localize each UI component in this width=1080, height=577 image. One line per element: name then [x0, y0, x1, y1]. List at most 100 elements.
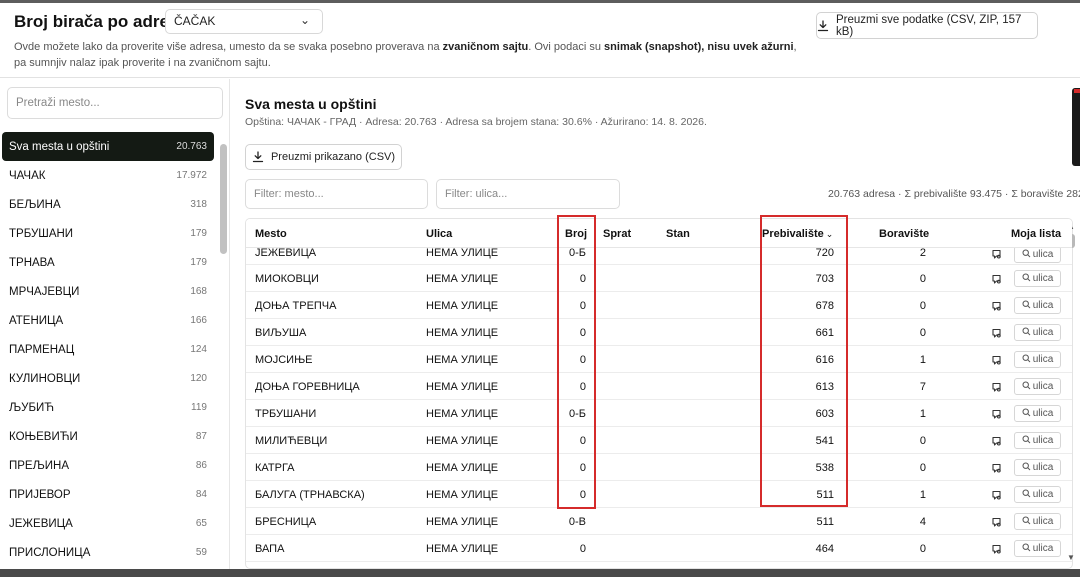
- map-pin-icon[interactable]: [987, 541, 1005, 557]
- cell-boraviste: 1: [919, 408, 926, 420]
- cell-ulica: НЕМА УЛИЦЕ: [426, 543, 499, 555]
- sidebar-item-city[interactable]: ПРЕЉИНА 86: [0, 451, 216, 480]
- export-all-label: Preuzmi sve podatke (CSV, ZIP, 157 kB): [836, 13, 1022, 38]
- column-header-moja-lista[interactable]: Moja lista: [1011, 228, 1061, 240]
- cell-prebivaliste: 464: [815, 543, 834, 555]
- sidebar-item-count: 17.972: [176, 170, 207, 181]
- sidebar-item-city[interactable]: ПАРМЕНАЦ 124: [0, 335, 216, 364]
- column-header-ulica[interactable]: Ulica: [426, 228, 452, 240]
- ulica-button-label: ulica: [1032, 381, 1054, 392]
- cell-prebivaliste: 678: [815, 300, 834, 312]
- table-row: ВАПА НЕМА УЛИЦЕ 0 464 0 ulica: [246, 535, 1072, 562]
- sidebar-search-input[interactable]: Pretraži mesto...: [7, 87, 223, 119]
- cell-prebivaliste: 603: [815, 408, 834, 420]
- sidebar: Pretraži mesto... Sva mesta u opštini 20…: [0, 79, 230, 569]
- sidebar-item-city[interactable]: ПРИЈЕВОР 84: [0, 480, 216, 509]
- filter-place-placeholder: Filter: mesto...: [254, 188, 324, 200]
- sidebar-item-city[interactable]: ЧАЧАК 17.972: [0, 161, 216, 190]
- sidebar-item-city[interactable]: КУЛИНОВЦИ 120: [0, 364, 216, 393]
- add-ulica-button[interactable]: ulica: [1014, 459, 1061, 476]
- map-pin-icon[interactable]: [987, 406, 1005, 422]
- column-header-mesto[interactable]: Mesto: [255, 228, 287, 240]
- add-ulica-button[interactable]: ulica: [1014, 513, 1061, 530]
- filter-street-input[interactable]: Filter: ulica...: [436, 179, 620, 209]
- cell-ulica: НЕМА УЛИЦЕ: [426, 489, 499, 501]
- sidebar-item-label: АТЕНИЦА: [9, 314, 64, 327]
- map-pin-icon[interactable]: [987, 460, 1005, 476]
- add-ulica-button[interactable]: ulica: [1014, 270, 1061, 287]
- map-pin-icon[interactable]: [987, 325, 1005, 341]
- table-row: ДОЊА ГОРЕВНИЦА НЕМА УЛИЦЕ 0 613 7 ulica: [246, 373, 1072, 400]
- sidebar-item-count: 59: [195, 547, 207, 558]
- map-pin-icon[interactable]: [987, 352, 1005, 368]
- add-ulica-button[interactable]: ulica: [1014, 297, 1061, 314]
- sidebar-item-label: ПРИЈЕВОР: [9, 488, 71, 501]
- column-header-broj[interactable]: Broj: [565, 228, 587, 240]
- export-all-button[interactable]: Preuzmi sve podatke (CSV, ZIP, 157 kB): [816, 12, 1038, 39]
- map-pin-icon[interactable]: [987, 271, 1005, 287]
- add-ulica-button[interactable]: ulica: [1014, 324, 1061, 341]
- cell-prebivaliste: 616: [815, 354, 834, 366]
- city-select[interactable]: ČAČAK ⌄: [165, 9, 323, 34]
- sidebar-item-city[interactable]: МРЧАЈЕВЦИ 168: [0, 277, 216, 306]
- map-pin-icon[interactable]: [987, 379, 1005, 395]
- sidebar-item-label: ПРЕЉИНА: [9, 459, 70, 472]
- sidebar-item-label: ТРБУШАНИ: [9, 227, 74, 240]
- cell-ulica: НЕМА УЛИЦЕ: [426, 273, 499, 285]
- export-shown-button[interactable]: Preuzmi prikazano (CSV): [245, 144, 402, 170]
- map-pin-icon[interactable]: [987, 246, 1005, 262]
- add-ulica-button[interactable]: ulica: [1014, 486, 1061, 503]
- sidebar-item-city[interactable]: ТРБУШАНИ 179: [0, 219, 216, 248]
- ulica-button-label: ulica: [1032, 543, 1054, 554]
- add-ulica-button[interactable]: ulica: [1014, 351, 1061, 368]
- column-header-sprat[interactable]: Sprat: [603, 228, 631, 240]
- cell-boraviste: 0: [919, 462, 926, 474]
- add-ulica-button[interactable]: ulica: [1014, 246, 1061, 263]
- column-header-stan[interactable]: Stan: [666, 228, 690, 240]
- map-pin-icon[interactable]: [987, 487, 1005, 503]
- official-site-link[interactable]: zvaničnom sajtu: [443, 41, 529, 53]
- column-header-prebivaliste[interactable]: Prebivalište ⌄: [762, 228, 833, 240]
- search-icon: [1022, 489, 1031, 501]
- sidebar-item-city[interactable]: АТЕНИЦА 166: [0, 306, 216, 335]
- add-ulica-button[interactable]: ulica: [1014, 540, 1061, 557]
- cell-broj: 0-В: [568, 516, 586, 528]
- sidebar-item-label: КОЊЕВИЋИ: [9, 430, 78, 443]
- add-ulica-button[interactable]: ulica: [1014, 378, 1061, 395]
- table-row: МОЈСИЊЕ НЕМА УЛИЦЕ 0 616 1 ulica: [246, 346, 1072, 373]
- search-icon: [1022, 435, 1031, 447]
- side-tab[interactable]: [1072, 88, 1080, 166]
- map-pin-icon[interactable]: [987, 433, 1005, 449]
- sidebar-item-city[interactable]: КОЊЕВИЋИ 87: [0, 422, 216, 451]
- sidebar-item-city[interactable]: ЈЕЖЕВИЦА 65: [0, 509, 216, 538]
- ulica-button-label: ulica: [1032, 354, 1054, 365]
- sidebar-item-city[interactable]: ПРИСЛОНИЦА 59: [0, 538, 216, 567]
- cell-ulica: НЕМА УЛИЦЕ: [426, 435, 499, 447]
- add-ulica-button[interactable]: ulica: [1014, 405, 1061, 422]
- map-pin-icon[interactable]: [987, 298, 1005, 314]
- sidebar-scrollbar[interactable]: [220, 144, 227, 254]
- cell-broj: 0: [579, 543, 586, 555]
- add-ulica-button[interactable]: ulica: [1014, 432, 1061, 449]
- ulica-button-label: ulica: [1032, 300, 1054, 311]
- sidebar-item-city[interactable]: ЉУБИЋ 119: [0, 393, 216, 422]
- cell-broj: 0: [579, 300, 586, 312]
- cell-broj: 0: [579, 462, 586, 474]
- table-scroll-down-icon[interactable]: ▼: [1067, 553, 1075, 562]
- map-pin-icon[interactable]: [987, 514, 1005, 530]
- snapshot-note: snimak (snapshot), nisu uvek ažurni: [604, 41, 794, 53]
- sidebar-item-count: 179: [190, 257, 207, 268]
- page-title: Broj birača po adresi: [14, 12, 184, 31]
- cell-mesto: МОЈСИЊЕ: [255, 354, 313, 366]
- sidebar-item-all[interactable]: Sva mesta u opštini 20.763: [2, 132, 214, 161]
- cell-prebivaliste: 541: [815, 435, 834, 447]
- sidebar-item-city[interactable]: ТРНАВА 179: [0, 248, 216, 277]
- column-header-boraviste[interactable]: Boravište: [879, 228, 929, 240]
- cell-mesto: ВАПА: [255, 543, 285, 555]
- search-icon: [1022, 381, 1031, 393]
- cell-mesto: ТРБУШАНИ: [255, 408, 317, 420]
- filter-place-input[interactable]: Filter: mesto...: [245, 179, 428, 209]
- cell-boraviste: 0: [919, 543, 926, 555]
- cell-ulica: НЕМА УЛИЦЕ: [426, 247, 499, 259]
- sidebar-item-city[interactable]: БЕЉИНА 318: [0, 190, 216, 219]
